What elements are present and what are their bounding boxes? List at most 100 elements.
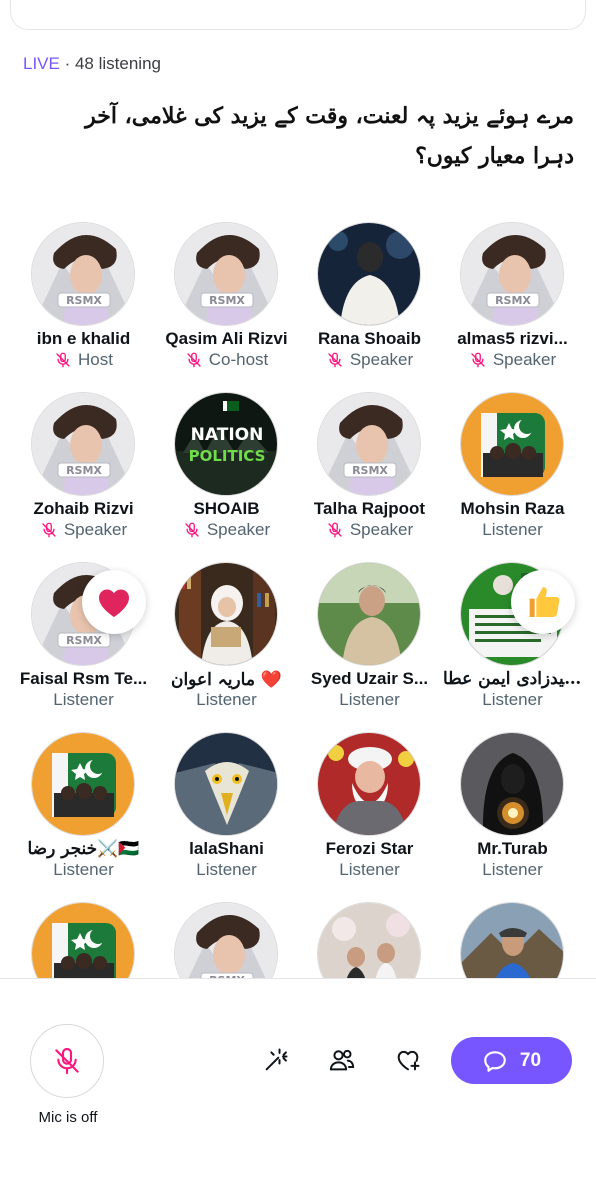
role-label: Listener bbox=[339, 860, 400, 879]
avatar[interactable] bbox=[460, 902, 564, 978]
avatar[interactable] bbox=[174, 732, 278, 836]
role-label: Listener bbox=[482, 860, 543, 879]
participant-role: Listener bbox=[155, 860, 298, 880]
avatar[interactable] bbox=[460, 392, 564, 496]
participant-role: Listener bbox=[12, 860, 155, 880]
sheet-top bbox=[0, 0, 596, 30]
avatar-image bbox=[461, 393, 563, 495]
participant-role: Listener bbox=[441, 860, 584, 880]
avatar[interactable]: NATION POLITICS bbox=[174, 392, 278, 496]
participant-role: Host bbox=[12, 350, 155, 370]
participant-card[interactable]: Ferozi Star Listener bbox=[298, 732, 441, 902]
avatar[interactable]: RSMX bbox=[174, 902, 278, 978]
mic-muted-icon bbox=[183, 521, 201, 539]
participant-name: سیدزادی ایمن عطا... bbox=[443, 669, 582, 689]
svg-text:RSMX: RSMX bbox=[66, 294, 102, 307]
participant-card[interactable]: RSMX almas5 rizvi... Speaker bbox=[441, 222, 584, 392]
participant-role: Speaker bbox=[298, 350, 441, 370]
participant-card[interactable]: Syed Uzair S... Listener bbox=[298, 562, 441, 732]
avatar[interactable] bbox=[317, 902, 421, 978]
thumbs-up-reaction-icon bbox=[511, 570, 575, 634]
avatar-image: RSMX bbox=[32, 393, 134, 495]
live-badge: LIVE bbox=[23, 54, 60, 73]
participant-card[interactable]: خنجر رضا⚔️🇵🇸 Listener bbox=[12, 732, 155, 902]
participant-card[interactable] bbox=[298, 902, 441, 978]
effects-wand-icon bbox=[265, 1048, 288, 1071]
avatar[interactable] bbox=[31, 902, 135, 978]
avatar[interactable] bbox=[174, 562, 278, 666]
listener-count: 48 listening bbox=[74, 54, 161, 73]
mic-muted-icon bbox=[326, 351, 344, 369]
participant-role: Listener bbox=[12, 690, 155, 710]
avatar[interactable] bbox=[317, 732, 421, 836]
role-label: Host bbox=[78, 350, 113, 369]
participant-name: Talha Rajpoot bbox=[313, 499, 426, 518]
avatar[interactable]: RSMX bbox=[31, 392, 135, 496]
avatar-image bbox=[175, 563, 277, 665]
avatar[interactable]: RSMX bbox=[460, 222, 564, 326]
participant-name: Zohaib Rizvi bbox=[33, 499, 134, 518]
participant-name: lalaShani bbox=[189, 839, 264, 858]
participant-name: Ferozi Star bbox=[325, 839, 414, 858]
mic-muted-icon bbox=[40, 521, 58, 539]
svg-text:RSMX: RSMX bbox=[495, 294, 531, 307]
participant-card[interactable] bbox=[441, 902, 584, 978]
participant-name: SHOAIB bbox=[193, 499, 260, 518]
avatar-image bbox=[318, 903, 420, 978]
mic-muted-icon bbox=[54, 351, 72, 369]
participant-card[interactable]: RSMX Qasim Ali Rizvi Co-host bbox=[155, 222, 298, 392]
participant-card[interactable]: Mohsin Raza Listener bbox=[441, 392, 584, 562]
role-label: Listener bbox=[196, 690, 257, 709]
participants-button[interactable] bbox=[324, 1042, 360, 1078]
participant-card[interactable]: Mr.Turab Listener bbox=[441, 732, 584, 902]
avatar-image bbox=[461, 903, 563, 978]
avatar[interactable] bbox=[31, 732, 135, 836]
mic-toggle-button[interactable] bbox=[30, 1024, 104, 1098]
favorite-button[interactable] bbox=[390, 1042, 426, 1078]
participant-name: ibn e khalid bbox=[36, 329, 131, 348]
role-label: Listener bbox=[196, 860, 257, 879]
status-row: LIVE · 48 listening bbox=[23, 54, 161, 74]
participant-card[interactable]: ماریہ اعوان ❤️ Listener bbox=[155, 562, 298, 732]
participant-card[interactable]: RSMX bbox=[155, 902, 298, 978]
avatar-image bbox=[318, 733, 420, 835]
avatar[interactable]: RSMX bbox=[317, 392, 421, 496]
avatar[interactable]: RSMX bbox=[31, 222, 135, 326]
participant-card[interactable]: lalaShani Listener bbox=[155, 732, 298, 902]
role-label: Speaker bbox=[492, 350, 557, 369]
participant-role: Listener bbox=[441, 520, 584, 540]
participant-card[interactable] bbox=[12, 902, 155, 978]
avatar[interactable]: RSMX bbox=[174, 222, 278, 326]
avatar-image bbox=[318, 223, 420, 325]
logo-text-politics: POLITICS bbox=[189, 447, 266, 465]
participant-role: Listener bbox=[298, 690, 441, 710]
avatar-image: RSMX bbox=[318, 393, 420, 495]
avatar-image bbox=[461, 733, 563, 835]
participant-name: Mr.Turab bbox=[477, 839, 548, 858]
avatar[interactable] bbox=[460, 732, 564, 836]
participant-role: Speaker bbox=[12, 520, 155, 540]
participant-name: almas5 rizvi... bbox=[457, 329, 568, 348]
comments-button[interactable]: 70 bbox=[451, 1037, 572, 1084]
footer-divider bbox=[0, 978, 596, 979]
logo-text-nation: NATION bbox=[191, 425, 264, 445]
avatar[interactable] bbox=[317, 222, 421, 326]
role-label: Speaker bbox=[206, 520, 271, 539]
avatar-image: RSMX bbox=[175, 903, 277, 978]
avatar-image: RSMX bbox=[32, 223, 134, 325]
participant-card[interactable]: NATION POLITICS SHOAIB Speaker bbox=[155, 392, 298, 562]
mic-off-icon bbox=[55, 1047, 79, 1075]
comment-bubble-icon bbox=[484, 1050, 506, 1072]
participant-card[interactable]: RSMX Talha Rajpoot Speaker bbox=[298, 392, 441, 562]
participant-card[interactable]: Rana Shoaib Speaker bbox=[298, 222, 441, 392]
participant-card[interactable]: RSMX Zohaib Rizvi Speaker bbox=[12, 392, 155, 562]
comment-count: 70 bbox=[519, 1049, 542, 1071]
participant-card[interactable]: RSMX ibn e khalid Host bbox=[12, 222, 155, 392]
effects-button[interactable] bbox=[258, 1042, 294, 1078]
avatar[interactable] bbox=[317, 562, 421, 666]
mic-muted-icon bbox=[326, 521, 344, 539]
participant-name: Mohsin Raza bbox=[460, 499, 565, 518]
avatar-image: RSMX bbox=[461, 223, 563, 325]
participant-name: Qasim Ali Rizvi bbox=[165, 329, 288, 348]
role-label: Listener bbox=[482, 690, 543, 709]
